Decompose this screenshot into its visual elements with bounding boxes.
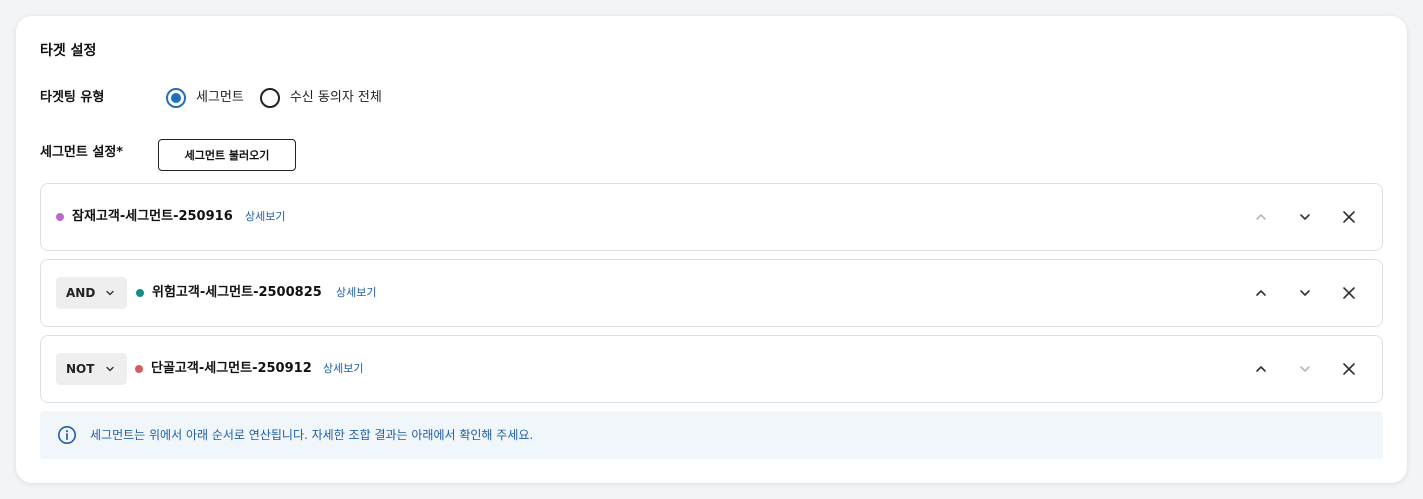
info-circle-icon — [58, 426, 76, 444]
segment-setting-label: 세그먼트 설정* — [40, 145, 124, 160]
chevron-up-icon[interactable] — [1251, 359, 1271, 379]
radio-checked-icon[interactable] — [166, 88, 186, 108]
radio-segment-label: 세그먼트 — [196, 90, 244, 105]
segment-row: AND 위험고객-세그먼트-2500825 상세보기 — [40, 259, 1383, 327]
segment-detail-link[interactable]: 상세보기 — [323, 361, 363, 377]
operator-select[interactable]: AND — [56, 277, 127, 309]
close-icon[interactable] — [1339, 207, 1359, 227]
segment-detail-link[interactable]: 상세보기 — [336, 285, 376, 301]
chevron-up-icon[interactable] — [1251, 207, 1271, 227]
radio-segment[interactable]: 세그먼트 — [166, 88, 244, 108]
segment-name: 잠재고객-세그먼트-250916 — [72, 209, 233, 224]
radio-all-consented-label: 수신 동의자 전체 — [289, 90, 382, 105]
segment-row: NOT 단골고객-세그먼트-250912 상세보기 — [40, 335, 1383, 403]
chevron-down-icon[interactable] — [1295, 283, 1315, 303]
segment-color-dot — [56, 213, 64, 221]
close-icon[interactable] — [1339, 283, 1359, 303]
section-title: 타겟 설정 — [40, 43, 97, 59]
segment-detail-link[interactable]: 상세보기 — [245, 209, 285, 225]
load-segment-button[interactable]: 세그먼트 불러오기 — [158, 139, 296, 171]
segment-color-dot — [135, 365, 143, 373]
chevron-down-icon — [106, 290, 114, 296]
chevron-down-icon[interactable] — [1295, 207, 1315, 227]
radio-all-consented[interactable]: 수신 동의자 전체 — [259, 88, 382, 108]
segment-color-dot — [136, 289, 144, 297]
segment-row: 잠재고객-세그먼트-250916 상세보기 — [40, 183, 1383, 251]
info-notice: 세그먼트는 위에서 아래 순서로 연산됩니다. 자세한 조합 결과는 아래에서 … — [40, 411, 1383, 459]
operator-select[interactable]: NOT — [56, 353, 127, 385]
targeting-type-radio-group: 세그먼트 수신 동의자 전체 — [166, 88, 398, 108]
segment-name: 단골고객-세그먼트-250912 — [151, 361, 312, 376]
info-text: 세그먼트는 위에서 아래 순서로 연산됩니다. 자세한 조합 결과는 아래에서 … — [90, 428, 534, 442]
radio-unchecked-icon[interactable] — [259, 88, 280, 108]
chevron-up-icon[interactable] — [1251, 283, 1271, 303]
targeting-type-label: 타겟팅 유형 — [40, 90, 105, 105]
close-icon[interactable] — [1339, 359, 1359, 379]
chevron-down-icon — [106, 366, 114, 372]
operator-value: NOT — [66, 362, 95, 376]
segment-name: 위험고객-세그먼트-2500825 — [152, 285, 322, 300]
target-settings-card: 타겟 설정 타겟팅 유형 세그먼트 수신 동의자 전체 세그먼트 설정* 세그먼… — [16, 16, 1407, 483]
chevron-down-icon[interactable] — [1295, 359, 1315, 379]
operator-value: AND — [66, 286, 96, 300]
